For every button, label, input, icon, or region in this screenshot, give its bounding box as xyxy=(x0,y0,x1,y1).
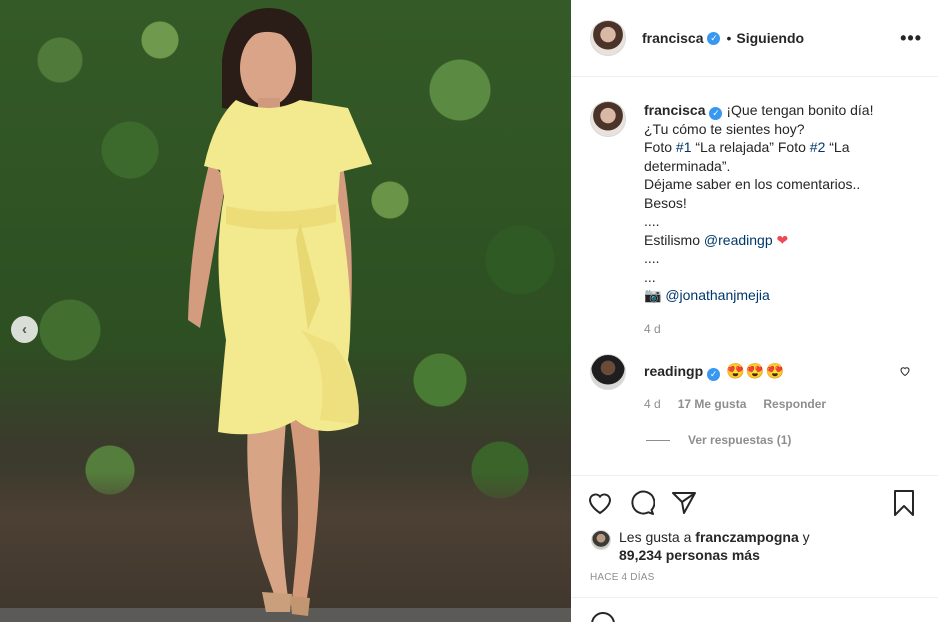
comment-box-divider xyxy=(571,597,938,598)
comment-text: 😍😍😍 xyxy=(726,363,786,381)
heart-emoji-icon: ❤ xyxy=(776,231,789,248)
comments-section[interactable]: francisca ✓ ¡Que tengan bonito día! ¿Tu c… xyxy=(571,78,938,475)
post-photo[interactable]: ‹ xyxy=(0,0,571,622)
comment-bubble-icon[interactable] xyxy=(629,490,655,516)
caption-dots-3: ... xyxy=(644,268,656,285)
likes-text: Les gusta a franczampogna y 89,234 perso… xyxy=(619,529,810,563)
commenter-avatar[interactable] xyxy=(590,354,626,391)
following-button[interactable]: Siguiendo xyxy=(736,30,804,46)
reply-button[interactable]: Responder xyxy=(763,397,826,411)
comment-body: readingp ✓ 😍😍😍 4 d 17 Me gusta Responder xyxy=(644,354,826,411)
view-replies-button[interactable]: Ver respuestas (1) xyxy=(646,433,938,447)
author-username[interactable]: francisca xyxy=(642,30,703,46)
likes-summary: Les gusta a franczampogna y 89,234 perso… xyxy=(587,528,922,564)
post-actions: Les gusta a franczampogna y 89,234 perso… xyxy=(571,475,938,583)
separator-dot: • xyxy=(726,30,732,46)
caption-line-5: Besos! xyxy=(644,194,687,211)
share-paper-plane-icon[interactable] xyxy=(671,491,697,515)
post-details-panel: francisca ✓ • Siguiendo ••• francisca ✓ ¡… xyxy=(571,0,938,622)
caption-photo-credit: 📷 @jonathanjmejia xyxy=(644,286,914,305)
likes-others-count[interactable]: 89,234 personas más xyxy=(619,547,760,563)
caption-dots-2: .... xyxy=(644,250,660,267)
post-age[interactable]: HACE 4 DÍAS xyxy=(590,572,922,583)
styling-mention-link[interactable]: @readingp xyxy=(704,232,773,248)
hashtag-1-link[interactable]: #1 xyxy=(676,139,692,155)
caption-line-2: ¿Tu cómo te sientes hoy? xyxy=(644,120,805,137)
view-replies-line xyxy=(646,439,670,441)
more-options-icon[interactable]: ••• xyxy=(900,28,922,49)
save-bookmark-icon[interactable] xyxy=(892,489,916,517)
author-avatar[interactable] xyxy=(590,20,626,56)
caption-body: francisca ✓ ¡Que tengan bonito día! ¿Tu c… xyxy=(644,101,914,338)
caption-line-3: Foto #1 “La relajada” Foto #2 “La determ… xyxy=(644,139,854,174)
commenter-username[interactable]: readingp xyxy=(644,363,703,379)
view-replies-label: Ver respuestas (1) xyxy=(688,433,792,448)
emoji-picker-icon[interactable] xyxy=(591,612,615,622)
liker-username[interactable]: franczampogna xyxy=(695,529,798,545)
verified-badge-icon: ✓ xyxy=(709,106,723,120)
post-header: francisca ✓ • Siguiendo ••• xyxy=(571,0,938,77)
camera-icon: 📷 xyxy=(644,287,662,304)
comment-timestamp[interactable]: 4 d xyxy=(644,397,661,411)
caption-author-username[interactable]: francisca xyxy=(644,102,705,118)
woman-figure xyxy=(188,8,372,616)
verified-badge-icon: ✓ xyxy=(707,368,721,382)
comment-item: readingp ✓ 😍😍😍 4 d 17 Me gusta Responder xyxy=(571,338,938,411)
comment-likes-count[interactable]: 17 Me gusta xyxy=(678,397,747,411)
caption-line-1: ¡Que tengan bonito día! xyxy=(726,102,874,118)
caption-dots-1: .... xyxy=(644,213,660,230)
action-icons-row xyxy=(587,488,922,518)
caption-timestamp[interactable]: 4 d xyxy=(644,320,914,339)
comment-like-heart-icon[interactable] xyxy=(899,365,911,380)
comment-meta: 4 d 17 Me gusta Responder xyxy=(644,397,826,411)
hashtag-2-link[interactable]: #2 xyxy=(810,139,826,155)
caption-line-4: Déjame saber en los comentarios.. xyxy=(644,176,861,193)
photographer-mention-link[interactable]: @jonathanjmejia xyxy=(665,287,770,303)
caption-author-avatar[interactable] xyxy=(590,101,626,137)
previous-photo-button[interactable]: ‹ xyxy=(11,316,38,343)
caption: francisca ✓ ¡Que tengan bonito día! ¿Tu c… xyxy=(571,78,938,338)
caption-styling-line: Estilismo @readingp ❤ xyxy=(644,231,789,248)
chevron-left-icon: ‹ xyxy=(22,321,27,338)
like-heart-icon[interactable] xyxy=(587,491,613,515)
liker-avatar[interactable] xyxy=(591,530,611,550)
verified-badge-icon: ✓ xyxy=(707,31,721,45)
